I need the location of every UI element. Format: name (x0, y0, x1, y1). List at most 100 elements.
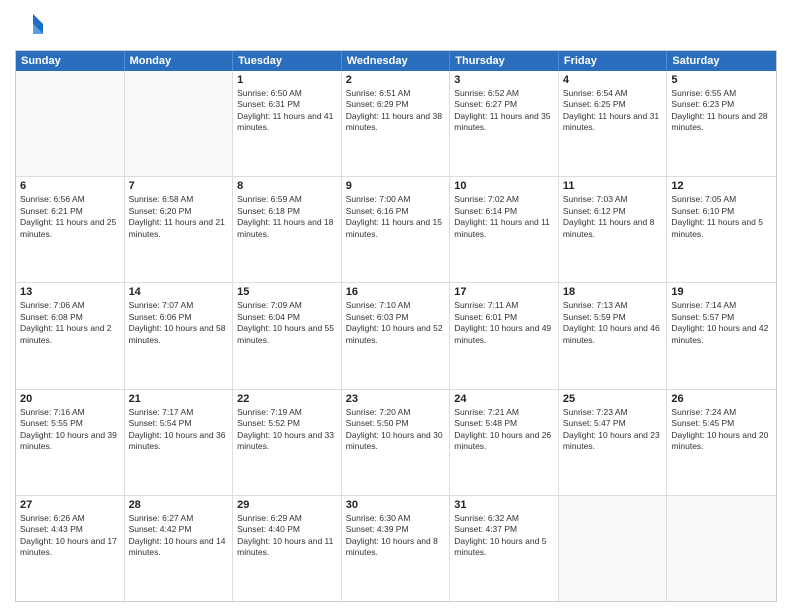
day-number: 27 (20, 499, 120, 511)
logo (15, 10, 51, 42)
day-number: 25 (563, 393, 663, 405)
cal-cell: 6Sunrise: 6:56 AM Sunset: 6:21 PM Daylig… (16, 177, 125, 282)
cal-cell: 22Sunrise: 7:19 AM Sunset: 5:52 PM Dayli… (233, 390, 342, 495)
week-row-1: 1 Sunrise: 6:50 AM Sunset: 6:31 PM Daylig… (16, 71, 776, 176)
day-number: 3 (454, 74, 554, 86)
day-header-thursday: Thursday (450, 51, 559, 71)
cal-cell: 29 Sunrise: 6:29 AM Sunset: 4:40 PM Dayli… (233, 496, 342, 601)
cal-cell: 8Sunrise: 6:59 AM Sunset: 6:18 PM Daylig… (233, 177, 342, 282)
cell-info: Sunrise: 6:51 AM Sunset: 6:29 PM Dayligh… (346, 88, 446, 134)
cell-info: Sunrise: 7:11 AM Sunset: 6:01 PM Dayligh… (454, 300, 554, 346)
cell-info: Sunrise: 7:21 AM Sunset: 5:48 PM Dayligh… (454, 407, 554, 453)
cell-info: Sunrise: 6:29 AM Sunset: 4:40 PM Dayligh… (237, 513, 337, 559)
cell-info: Sunrise: 7:03 AM Sunset: 6:12 PM Dayligh… (563, 194, 663, 240)
day-number: 2 (346, 74, 446, 86)
cal-cell: 1 Sunrise: 6:50 AM Sunset: 6:31 PM Daylig… (233, 71, 342, 176)
day-number: 17 (454, 286, 554, 298)
cell-info: Sunrise: 6:58 AM Sunset: 6:20 PM Dayligh… (129, 194, 229, 240)
day-number: 14 (129, 286, 229, 298)
day-number: 16 (346, 286, 446, 298)
day-number: 15 (237, 286, 337, 298)
page: SundayMondayTuesdayWednesdayThursdayFrid… (0, 0, 792, 612)
cal-cell: 24 Sunrise: 7:21 AM Sunset: 5:48 PM Dayli… (450, 390, 559, 495)
day-number: 19 (671, 286, 772, 298)
cal-cell: 26 Sunrise: 7:24 AM Sunset: 5:45 PM Dayli… (667, 390, 776, 495)
day-header-friday: Friday (559, 51, 668, 71)
cal-cell: 16 Sunrise: 7:10 AM Sunset: 6:03 PM Dayli… (342, 283, 451, 388)
cal-cell (559, 496, 668, 601)
day-number: 10 (454, 180, 554, 192)
cell-info: Sunrise: 7:17 AM Sunset: 5:54 PM Dayligh… (129, 407, 229, 453)
day-number: 5 (671, 74, 772, 86)
day-number: 1 (237, 74, 337, 86)
cal-cell: 27 Sunrise: 6:26 AM Sunset: 4:43 PM Dayli… (16, 496, 125, 601)
day-header-sunday: Sunday (16, 51, 125, 71)
cell-info: Sunrise: 6:32 AM Sunset: 4:37 PM Dayligh… (454, 513, 554, 559)
cal-cell: 14 Sunrise: 7:07 AM Sunset: 6:06 PM Dayli… (125, 283, 234, 388)
calendar: SundayMondayTuesdayWednesdayThursdayFrid… (15, 50, 777, 602)
cal-cell: 11 Sunrise: 7:03 AM Sunset: 6:12 PM Dayli… (559, 177, 668, 282)
day-header-wednesday: Wednesday (342, 51, 451, 71)
cell-info: Sunrise: 7:20 AM Sunset: 5:50 PM Dayligh… (346, 407, 446, 453)
cal-cell: 9Sunrise: 7:00 AM Sunset: 6:16 PM Daylig… (342, 177, 451, 282)
cell-info: Sunrise: 7:14 AM Sunset: 5:57 PM Dayligh… (671, 300, 772, 346)
day-number: 6 (20, 180, 120, 192)
cal-cell: 18Sunrise: 7:13 AM Sunset: 5:59 PM Dayli… (559, 283, 668, 388)
week-row-5: 27 Sunrise: 6:26 AM Sunset: 4:43 PM Dayli… (16, 495, 776, 601)
cal-cell: 25 Sunrise: 7:23 AM Sunset: 5:47 PM Dayli… (559, 390, 668, 495)
cal-cell: 2 Sunrise: 6:51 AM Sunset: 6:29 PM Daylig… (342, 71, 451, 176)
cal-cell: 17 Sunrise: 7:11 AM Sunset: 6:01 PM Dayli… (450, 283, 559, 388)
cell-info: Sunrise: 7:00 AM Sunset: 6:16 PM Dayligh… (346, 194, 446, 240)
cell-info: Sunrise: 7:06 AM Sunset: 6:08 PM Dayligh… (20, 300, 120, 346)
calendar-body: 1 Sunrise: 6:50 AM Sunset: 6:31 PM Daylig… (16, 71, 776, 601)
cell-info: Sunrise: 6:26 AM Sunset: 4:43 PM Dayligh… (20, 513, 120, 559)
day-number: 23 (346, 393, 446, 405)
calendar-header: SundayMondayTuesdayWednesdayThursdayFrid… (16, 51, 776, 71)
cell-info: Sunrise: 6:50 AM Sunset: 6:31 PM Dayligh… (237, 88, 337, 134)
cell-info: Sunrise: 7:23 AM Sunset: 5:47 PM Dayligh… (563, 407, 663, 453)
header (15, 10, 777, 42)
day-number: 26 (671, 393, 772, 405)
cell-info: Sunrise: 6:27 AM Sunset: 4:42 PM Dayligh… (129, 513, 229, 559)
cell-info: Sunrise: 7:16 AM Sunset: 5:55 PM Dayligh… (20, 407, 120, 453)
cell-info: Sunrise: 6:55 AM Sunset: 6:23 PM Dayligh… (671, 88, 772, 134)
cell-info: Sunrise: 7:07 AM Sunset: 6:06 PM Dayligh… (129, 300, 229, 346)
day-number: 29 (237, 499, 337, 511)
cal-cell (667, 496, 776, 601)
cell-info: Sunrise: 7:19 AM Sunset: 5:52 PM Dayligh… (237, 407, 337, 453)
cell-info: Sunrise: 6:54 AM Sunset: 6:25 PM Dayligh… (563, 88, 663, 134)
day-number: 24 (454, 393, 554, 405)
day-number: 28 (129, 499, 229, 511)
cal-cell: 28 Sunrise: 6:27 AM Sunset: 4:42 PM Dayli… (125, 496, 234, 601)
day-header-monday: Monday (125, 51, 234, 71)
day-number: 21 (129, 393, 229, 405)
cal-cell: 31Sunrise: 6:32 AM Sunset: 4:37 PM Dayli… (450, 496, 559, 601)
cal-cell (125, 71, 234, 176)
cal-cell: 7Sunrise: 6:58 AM Sunset: 6:20 PM Daylig… (125, 177, 234, 282)
day-number: 12 (671, 180, 772, 192)
cell-info: Sunrise: 6:59 AM Sunset: 6:18 PM Dayligh… (237, 194, 337, 240)
cal-cell: 15 Sunrise: 7:09 AM Sunset: 6:04 PM Dayli… (233, 283, 342, 388)
day-header-saturday: Saturday (667, 51, 776, 71)
day-number: 11 (563, 180, 663, 192)
day-number: 18 (563, 286, 663, 298)
cell-info: Sunrise: 7:05 AM Sunset: 6:10 PM Dayligh… (671, 194, 772, 240)
cell-info: Sunrise: 7:10 AM Sunset: 6:03 PM Dayligh… (346, 300, 446, 346)
cell-info: Sunrise: 7:02 AM Sunset: 6:14 PM Dayligh… (454, 194, 554, 240)
cal-cell (16, 71, 125, 176)
day-number: 13 (20, 286, 120, 298)
cell-info: Sunrise: 7:24 AM Sunset: 5:45 PM Dayligh… (671, 407, 772, 453)
day-header-tuesday: Tuesday (233, 51, 342, 71)
cell-info: Sunrise: 7:09 AM Sunset: 6:04 PM Dayligh… (237, 300, 337, 346)
cal-cell: 3Sunrise: 6:52 AM Sunset: 6:27 PM Daylig… (450, 71, 559, 176)
cal-cell: 13 Sunrise: 7:06 AM Sunset: 6:08 PM Dayli… (16, 283, 125, 388)
cal-cell: 5 Sunrise: 6:55 AM Sunset: 6:23 PM Daylig… (667, 71, 776, 176)
logo-icon (15, 10, 47, 42)
cell-info: Sunrise: 6:30 AM Sunset: 4:39 PM Dayligh… (346, 513, 446, 559)
day-number: 20 (20, 393, 120, 405)
cal-cell: 30 Sunrise: 6:30 AM Sunset: 4:39 PM Dayli… (342, 496, 451, 601)
cal-cell: 20 Sunrise: 7:16 AM Sunset: 5:55 PM Dayli… (16, 390, 125, 495)
cal-cell: 12 Sunrise: 7:05 AM Sunset: 6:10 PM Dayli… (667, 177, 776, 282)
day-number: 30 (346, 499, 446, 511)
cal-cell: 19 Sunrise: 7:14 AM Sunset: 5:57 PM Dayli… (667, 283, 776, 388)
